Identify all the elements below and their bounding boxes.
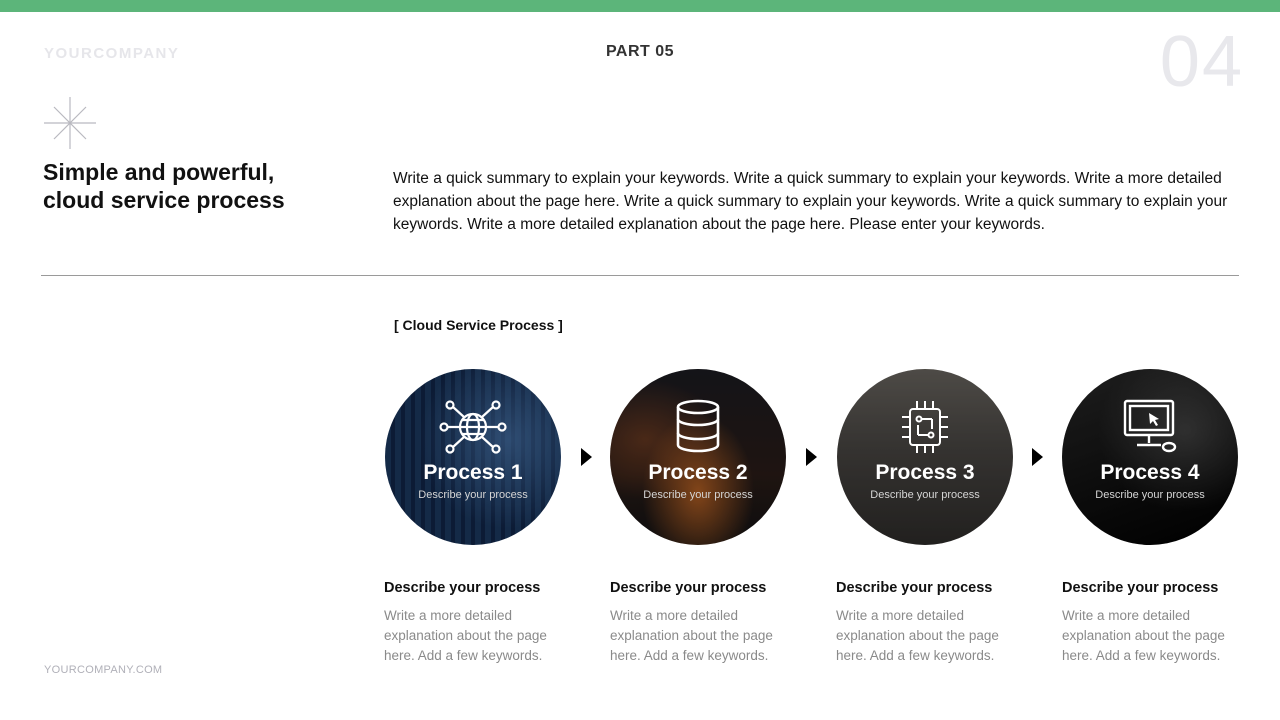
sparkle-icon [44, 97, 96, 149]
process-2-desc-title: Describe your process [610, 580, 767, 596]
page-number: 04 [1159, 22, 1244, 102]
process-3-desc-body: Write a more detailed explanation about … [836, 608, 999, 663]
arrow-right-icon [1032, 448, 1043, 466]
process-2-circle: Process 2 Describe your process [610, 369, 786, 545]
arrow-right-icon [581, 448, 592, 466]
image-overlay [385, 369, 561, 545]
process-1-subtitle: Describe your process [418, 489, 528, 501]
headline-line-2: cloud service process [43, 187, 285, 213]
process-2-desc-body: Write a more detailed explanation about … [610, 608, 773, 663]
circuit-chip-icon [902, 401, 948, 453]
network-globe-icon [439, 400, 507, 454]
computer-monitor-icon [1123, 399, 1177, 453]
arrow-right-icon [806, 448, 817, 466]
process-3-circle: Process 3 Describe your process [837, 369, 1013, 545]
database-icon [676, 399, 720, 453]
process-2-title: Process 2 [648, 461, 748, 484]
process-3-desc-title: Describe your process [836, 580, 993, 596]
image-overlay [1062, 369, 1238, 545]
page-headline: Simple and powerful, cloud service proce… [43, 158, 343, 214]
section-divider [41, 275, 1239, 276]
process-1-desc-body: Write a more detailed explanation about … [384, 608, 547, 663]
process-1-title: Process 1 [423, 461, 523, 484]
section-title: [ Cloud Service Process ] [394, 317, 563, 333]
footer-url: YOURCOMPANY.COM [44, 664, 163, 676]
process-1-circle: Process 1 Describe your process [385, 369, 561, 545]
summary-text: Write a quick summary to explain your ke… [393, 170, 1228, 233]
process-4-desc-body: Write a more detailed explanation about … [1062, 608, 1225, 663]
process-1-desc-title: Describe your process [384, 580, 541, 596]
process-3-subtitle: Describe your process [870, 489, 980, 501]
image-overlay [837, 369, 1013, 545]
top-accent-bar [0, 0, 1280, 12]
part-label: PART 05 [605, 43, 675, 60]
image-overlay [610, 369, 786, 545]
process-4-circle: Process 4 Describe your process [1062, 369, 1238, 545]
process-4-desc-title: Describe your process [1062, 580, 1219, 596]
process-2-subtitle: Describe your process [643, 489, 753, 501]
process-4-subtitle: Describe your process [1095, 489, 1205, 501]
process-3-title: Process 3 [875, 461, 975, 484]
process-4-title: Process 4 [1100, 461, 1200, 484]
headline-line-1: Simple and powerful, [43, 159, 275, 185]
